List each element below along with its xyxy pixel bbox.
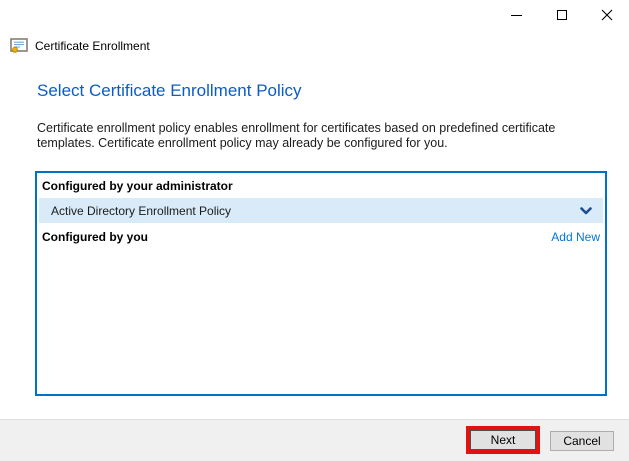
enrollment-policy-panel: Configured by your administrator Active … <box>35 171 607 396</box>
add-new-link[interactable]: Add New <box>551 230 600 244</box>
app-title: Certificate Enrollment <box>35 39 150 53</box>
selected-policy-label: Active Directory Enrollment Policy <box>51 204 231 218</box>
window-controls <box>494 0 629 30</box>
admin-section-row: Configured by your administrator <box>37 173 605 198</box>
admin-section-label: Configured by your administrator <box>42 179 233 193</box>
active-directory-policy-row[interactable]: Active Directory Enrollment Policy <box>39 198 603 223</box>
user-section-label: Configured by you <box>42 230 148 244</box>
page-title: Select Certificate Enrollment Policy <box>37 81 302 101</box>
page-description: Certificate enrollment policy enables en… <box>37 121 613 152</box>
user-section-row: Configured by you Add New <box>37 223 605 244</box>
close-button[interactable] <box>584 0 629 30</box>
cancel-button[interactable]: Cancel <box>550 431 614 451</box>
chevron-down-icon[interactable] <box>580 207 592 215</box>
minimize-button[interactable] <box>494 0 539 30</box>
maximize-icon <box>557 10 567 20</box>
red-highlight-annotation: Next <box>466 426 540 454</box>
certificate-icon <box>10 38 28 54</box>
app-header: Certificate Enrollment <box>10 38 150 54</box>
next-button[interactable]: Next <box>470 430 536 450</box>
minimize-icon <box>511 15 522 16</box>
maximize-button[interactable] <box>539 0 584 30</box>
close-icon <box>601 9 613 21</box>
